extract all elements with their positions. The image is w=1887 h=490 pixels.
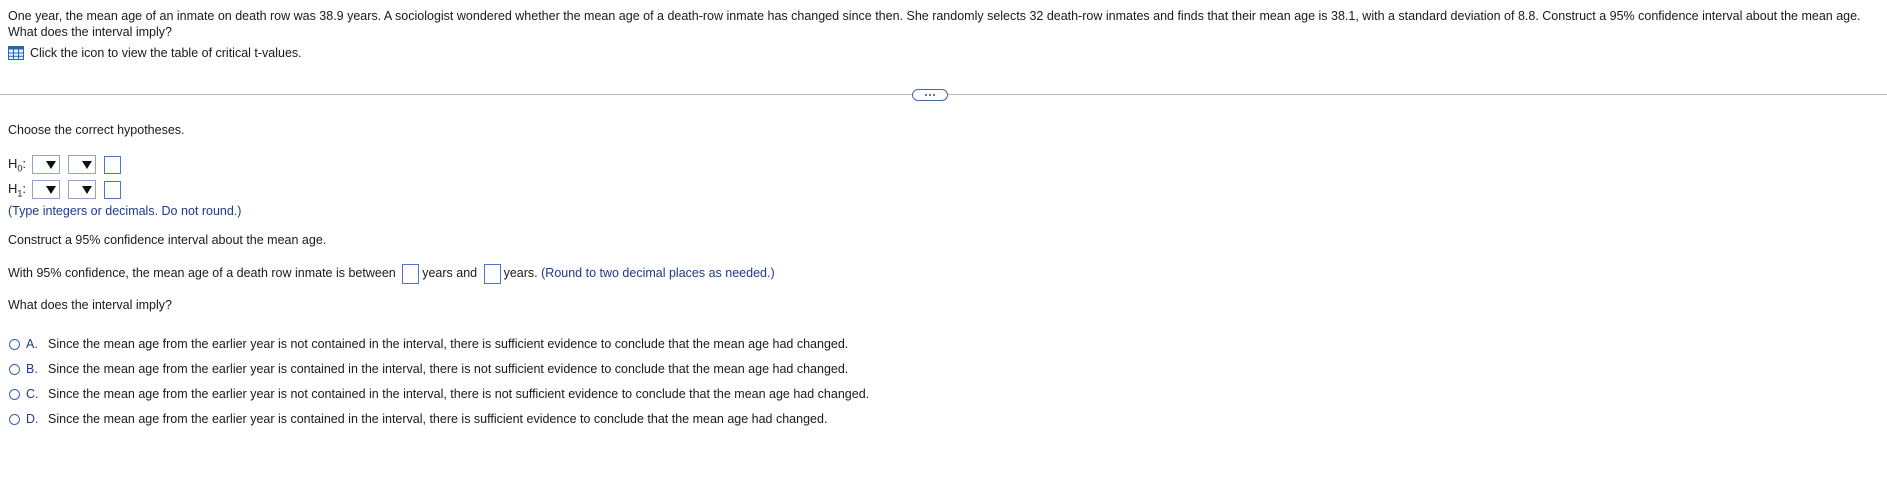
radio-c[interactable] [9, 388, 20, 400]
radio-b[interactable] [9, 363, 20, 375]
h1-parameter-dropdown[interactable] [32, 180, 60, 199]
h1-operator-dropdown[interactable] [68, 180, 96, 199]
critical-values-label[interactable]: Click the icon to view the table of crit… [30, 45, 302, 61]
h0-value-input[interactable] [104, 155, 121, 174]
h0-row: H0: [8, 155, 121, 174]
option-b[interactable]: B. Since the mean age from the earlier y… [9, 362, 848, 376]
ci-hint: (Round to two decimal places as needed.) [541, 266, 775, 280]
dropdown-arrow-icon [82, 185, 92, 194]
h1-value-input[interactable] [104, 180, 121, 199]
dropdown-arrow-icon [46, 160, 56, 169]
ellipsis-icon [925, 94, 927, 96]
expand-button[interactable] [912, 89, 948, 101]
dropdown-arrow-icon [46, 185, 56, 194]
radio-d[interactable] [9, 413, 20, 425]
radio-a[interactable] [9, 338, 20, 350]
implication-prompt: What does the interval imply? [8, 298, 172, 312]
option-a[interactable]: A. Since the mean age from the earlier y… [9, 337, 848, 351]
option-c[interactable]: C. Since the mean age from the earlier y… [9, 387, 869, 401]
table-grid-icon[interactable] [8, 46, 24, 60]
dropdown-arrow-icon [82, 160, 92, 169]
ci-lower-input[interactable] [402, 263, 420, 284]
critical-values-link[interactable]: Click the icon to view the table of crit… [8, 45, 302, 61]
hypotheses-note: (Type integers or decimals. Do not round… [8, 204, 242, 218]
h1-row: H1: [8, 180, 121, 199]
h0-parameter-dropdown[interactable] [32, 155, 60, 174]
h1-label: H1: [8, 180, 27, 199]
h0-operator-dropdown[interactable] [68, 155, 96, 174]
hypotheses-prompt: Choose the correct hypotheses. [8, 123, 185, 137]
ci-sentence: With 95% confidence, the mean age of a d… [8, 263, 775, 284]
h0-label: H0: [8, 155, 27, 174]
option-d[interactable]: D. Since the mean age from the earlier y… [9, 412, 827, 426]
ci-prompt: Construct a 95% confidence interval abou… [8, 233, 327, 247]
problem-statement: One year, the mean age of an inmate on d… [8, 9, 1861, 39]
ci-upper-input[interactable] [483, 263, 501, 284]
